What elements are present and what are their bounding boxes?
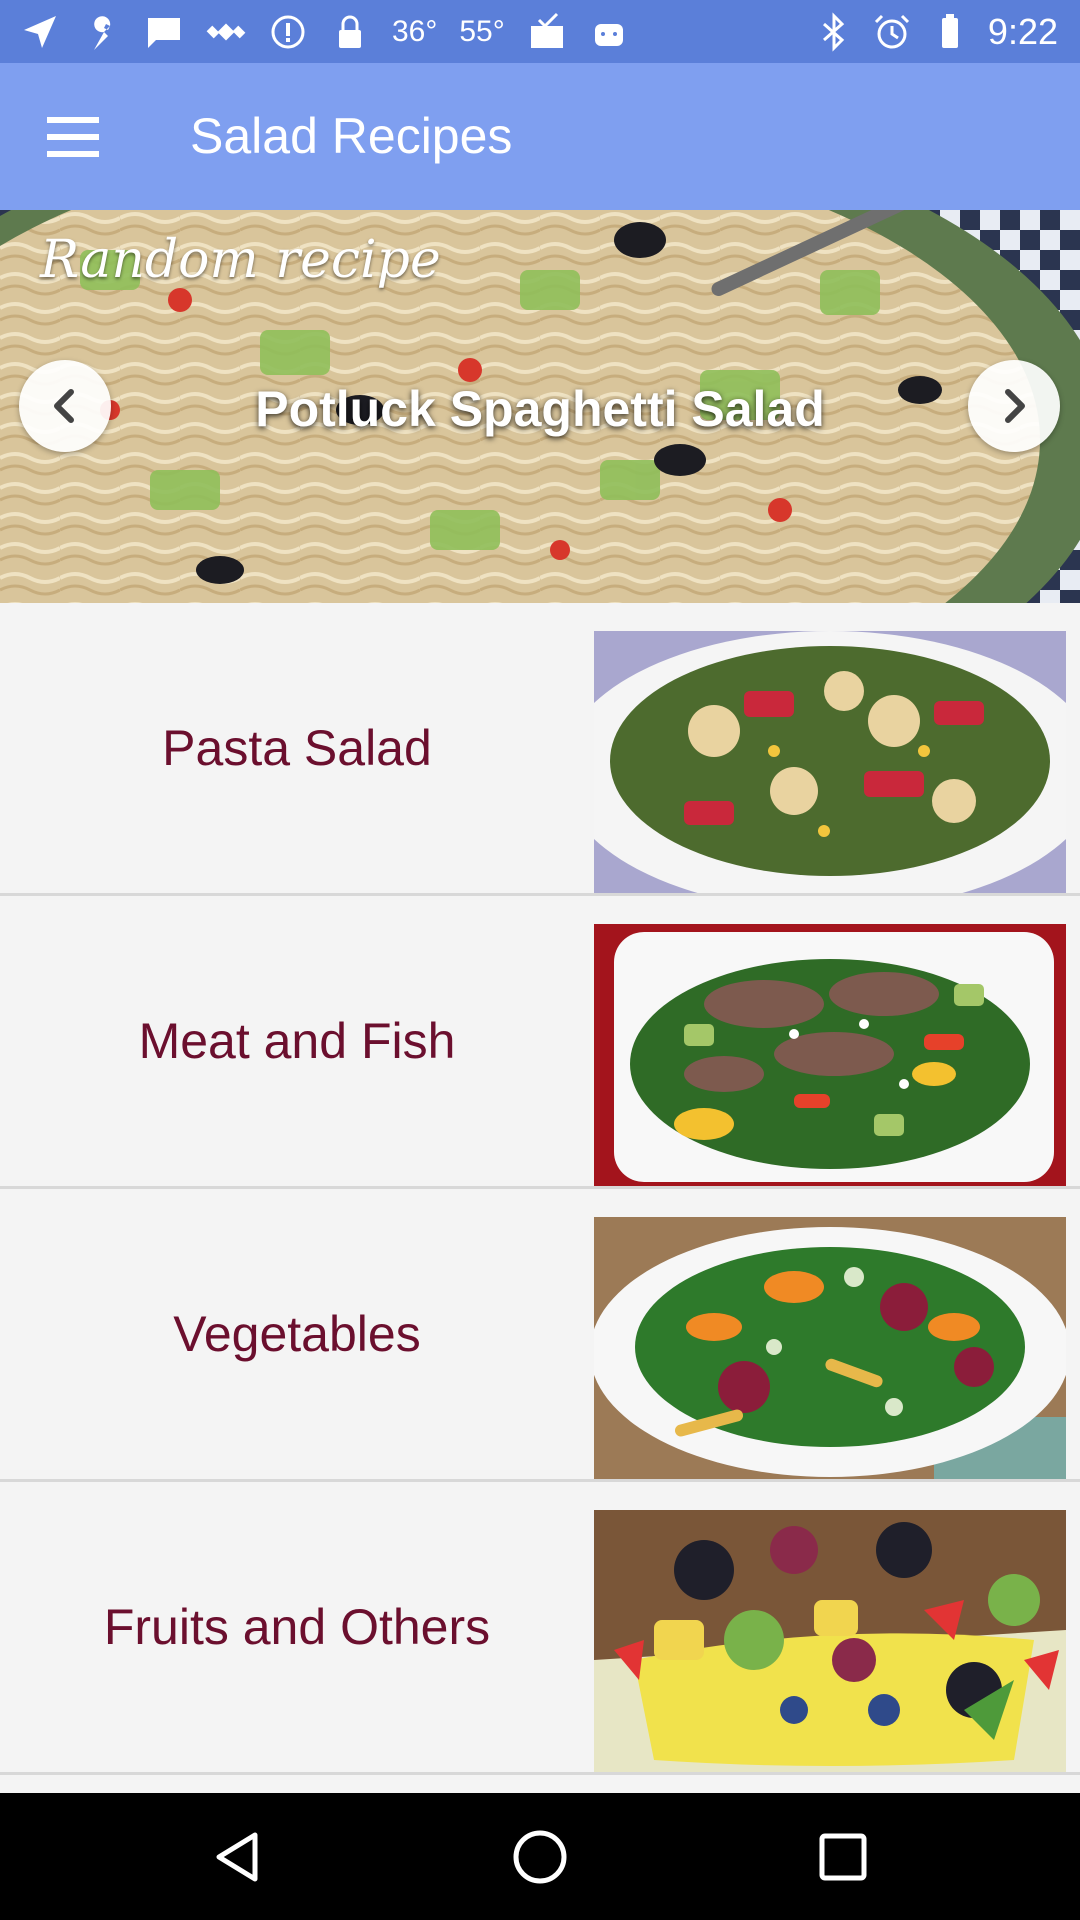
back-triangle-icon bbox=[216, 1832, 258, 1882]
category-label: Meat and Fish bbox=[138, 1013, 456, 1069]
category-meat-and-fish[interactable]: Meat and Fish bbox=[0, 896, 1080, 1189]
random-recipe-label: Random recipe bbox=[40, 230, 441, 290]
android-icon bbox=[589, 12, 629, 52]
recents-button[interactable] bbox=[806, 1820, 880, 1894]
wrench-icon bbox=[82, 12, 122, 52]
page-title: Salad Recipes bbox=[190, 108, 513, 164]
navigation-bar bbox=[0, 1793, 1080, 1920]
status-time: 9:22 bbox=[987, 10, 1058, 52]
next-recipe-button[interactable] bbox=[968, 360, 1060, 452]
category-label: Fruits and Others bbox=[103, 1599, 491, 1655]
category-pasta-salad[interactable]: Pasta Salad bbox=[0, 603, 1080, 896]
alarm-icon bbox=[872, 12, 912, 52]
back-button[interactable] bbox=[200, 1820, 274, 1894]
temperature-1: 36° bbox=[392, 14, 438, 48]
bluetooth-icon bbox=[814, 11, 854, 52]
random-recipe-title: Potluck Spaghetti Salad bbox=[255, 381, 825, 437]
navigation-icon bbox=[20, 12, 60, 52]
hamburger-menu-icon bbox=[47, 117, 99, 157]
chevron-left-icon bbox=[54, 389, 74, 423]
battery-icon bbox=[930, 12, 970, 52]
status-bar-right: 9:22 bbox=[814, 0, 1058, 63]
category-label: Pasta Salad bbox=[162, 720, 432, 776]
status-bar: 36° 55° 9:22 bbox=[0, 0, 1080, 63]
category-vegetables[interactable]: Vegetables bbox=[0, 1189, 1080, 1482]
chevron-right-icon bbox=[1005, 389, 1025, 423]
satellite-icon bbox=[206, 12, 246, 52]
vegetables-image bbox=[594, 1217, 1066, 1479]
fruits-and-others-image bbox=[594, 1510, 1066, 1772]
status-bar-left: 36° 55° bbox=[20, 0, 629, 63]
mail-check-icon bbox=[527, 12, 567, 52]
category-label: Vegetables bbox=[173, 1306, 421, 1362]
category-list: Pasta Salad Meat and Fish Vegetables Fru… bbox=[0, 603, 1080, 1775]
info-icon bbox=[268, 12, 308, 52]
home-circle-icon bbox=[513, 1830, 567, 1884]
recents-square-icon bbox=[819, 1833, 867, 1881]
previous-recipe-button[interactable] bbox=[19, 360, 111, 452]
category-fruits-and-others[interactable]: Fruits and Others bbox=[0, 1482, 1080, 1775]
meat-and-fish-image bbox=[594, 924, 1066, 1186]
pasta-salad-image bbox=[594, 631, 1066, 893]
menu-button[interactable] bbox=[28, 95, 118, 179]
app-bar: Salad Recipes bbox=[0, 63, 1080, 210]
temperature-2: 55° bbox=[459, 14, 505, 48]
lock-icon bbox=[330, 12, 370, 52]
message-icon bbox=[144, 12, 184, 52]
home-button[interactable] bbox=[503, 1820, 577, 1894]
random-recipe-banner[interactable]: Random recipe Potluck Spaghetti Salad bbox=[0, 210, 1080, 603]
